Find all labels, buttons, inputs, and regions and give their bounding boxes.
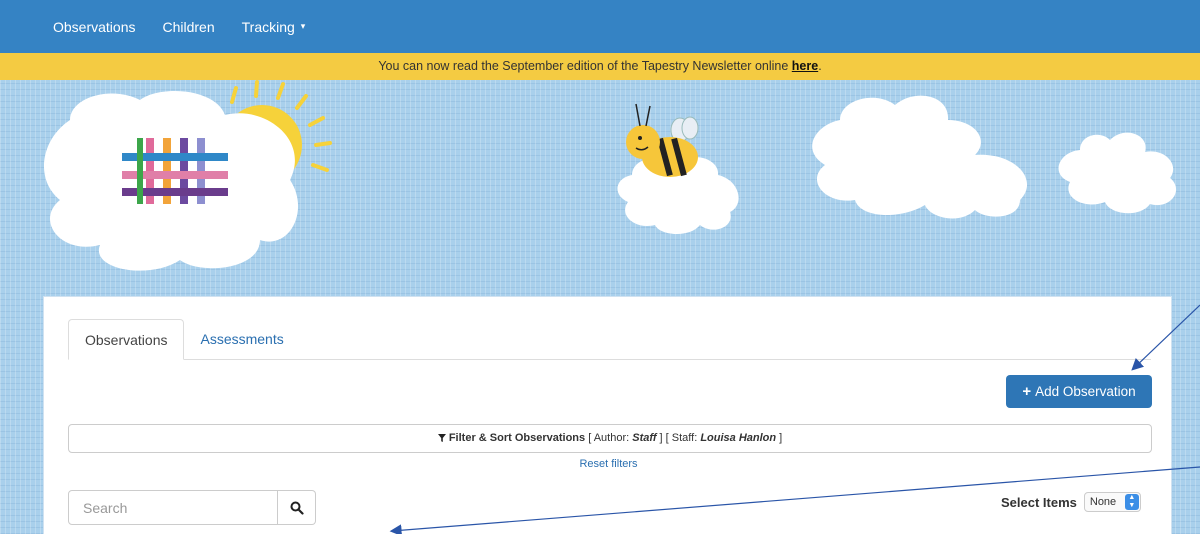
tab-bar: Observations Assessments — [68, 319, 1151, 360]
filter-title: Filter & Sort Observations — [448, 432, 586, 444]
newsletter-link[interactable]: here — [792, 59, 818, 73]
caret-down-icon: ▾ — [300, 21, 306, 31]
search-icon — [290, 501, 304, 515]
search-group — [68, 490, 316, 525]
banner-text: You can now read the September edition o… — [378, 59, 792, 73]
cloud-right-large — [812, 95, 1028, 219]
select-items-dropdown[interactable]: None ▲ ▼ — [1083, 492, 1141, 512]
search-button[interactable] — [278, 490, 316, 525]
add-observation-button[interactable]: + Add Observation — [1006, 375, 1152, 408]
filter-staff-value: Louisa Hanlon — [700, 432, 777, 444]
reset-filters-link[interactable]: Reset filters — [44, 458, 1173, 470]
banner-suffix: . — [818, 59, 822, 73]
updown-chevron-icon: ▲ ▼ — [1124, 494, 1139, 510]
nav-label: Tracking — [241, 18, 295, 35]
filter-staff-label: Staff: — [671, 432, 698, 444]
cloud-right-small — [1058, 132, 1177, 214]
observations-panel: Observations Assessments + Add Observati… — [43, 296, 1172, 534]
tab-assessments[interactable]: Assessments — [184, 319, 299, 360]
nav-label: Children — [162, 18, 215, 35]
nav-tracking-dropdown[interactable]: Tracking ▾ — [242, 19, 306, 35]
select-items-value: None — [1089, 496, 1117, 508]
filter-icon — [437, 434, 446, 442]
tab-observations[interactable]: Observations — [68, 319, 185, 360]
nav-label: Observations — [53, 18, 136, 35]
plus-icon: + — [1022, 383, 1032, 400]
nav-children[interactable]: Children — [162, 19, 214, 35]
filter-author-label: Author: — [593, 432, 630, 444]
newsletter-banner: You can now read the September edition o… — [0, 53, 1200, 80]
filter-sort-bar[interactable]: Filter & Sort Observations [ Author: Sta… — [68, 424, 1152, 453]
top-navbar: Observations Children Tracking ▾ — [0, 0, 1200, 53]
search-input[interactable] — [68, 490, 278, 525]
filter-author-value: Staff — [632, 432, 657, 444]
logo-cloud — [43, 91, 299, 271]
header-scenery — [43, 80, 1177, 271]
select-items-control: Select Items None ▲ ▼ — [1001, 491, 1141, 513]
nav-observations[interactable]: Observations — [53, 19, 135, 35]
add-observation-label: Add Observation — [1035, 384, 1136, 399]
select-items-label: Select Items — [1001, 494, 1077, 510]
